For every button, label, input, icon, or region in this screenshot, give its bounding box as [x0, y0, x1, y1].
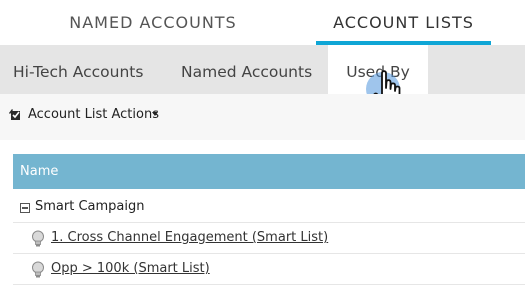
tab-account-lists[interactable]: ACCOUNT LISTS [316, 0, 491, 45]
tab-named-accounts[interactable]: NAMED ACCOUNTS [60, 0, 246, 45]
lightbulb-icon [31, 230, 45, 248]
used-by-grid: Name Smart Campaign 1. Cross Channel Eng… [13, 154, 525, 300]
smart-list-link[interactable]: 1. Cross Channel Engagement (Smart List) [51, 230, 328, 245]
group-row: Smart Campaign [13, 192, 525, 223]
tab-named-accounts-list[interactable]: Named Accounts [181, 45, 312, 94]
account-list-actions-menu[interactable]: Account List Actions [28, 107, 159, 122]
group-label: Smart Campaign [35, 199, 145, 214]
tab-hi-tech-accounts[interactable]: Hi-Tech Accounts [13, 45, 143, 94]
list-item: Opp > 100k (Smart List) [13, 254, 525, 285]
chevron-down-icon[interactable] [152, 112, 158, 116]
sub-tab-bar: Hi-Tech Accounts Named Accounts Used By [0, 45, 525, 94]
actions-icon[interactable] [8, 107, 24, 123]
toolbar: Account List Actions [0, 94, 525, 140]
collapse-icon[interactable] [20, 203, 30, 213]
grid-header: Name [13, 154, 525, 189]
list-item: 1. Cross Channel Engagement (Smart List) [13, 223, 525, 254]
smart-list-link[interactable]: Opp > 100k (Smart List) [51, 261, 210, 276]
column-header-name[interactable]: Name [20, 164, 58, 179]
top-tab-bar: NAMED ACCOUNTS ACCOUNT LISTS [0, 0, 525, 45]
lightbulb-icon [31, 261, 45, 279]
